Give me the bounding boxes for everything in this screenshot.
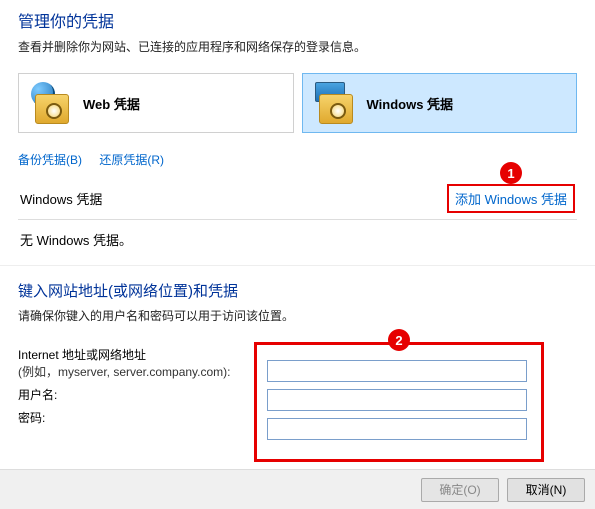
cancel-button[interactable]: 取消(N) (507, 478, 585, 502)
web-safe-icon (31, 82, 73, 124)
credential-type-tiles: Web 凭据 Windows 凭据 (18, 73, 577, 133)
no-windows-credentials-text: 无 Windows 凭据。 (18, 220, 577, 261)
backup-credentials-link[interactable]: 备份凭据(B) (18, 153, 82, 167)
annotation-box-2: 2 (254, 342, 544, 462)
page-title: 管理你的凭据 (18, 8, 577, 32)
page-description: 查看并删除你为网站、已连接的应用程序和网络保存的登录信息。 (18, 38, 577, 55)
tile-windows-credentials[interactable]: Windows 凭据 (302, 73, 578, 133)
tile-web-credentials[interactable]: Web 凭据 (18, 73, 294, 133)
address-input[interactable] (267, 360, 527, 382)
dialog-button-bar: 确定(O) 取消(N) (0, 469, 595, 509)
username-input[interactable] (267, 389, 527, 411)
credentials-manager-panel: 管理你的凭据 查看并删除你为网站、已连接的应用程序和网络保存的登录信息。 Web… (0, 0, 595, 266)
password-input[interactable] (267, 418, 527, 440)
tile-windows-label: Windows 凭据 (367, 94, 454, 113)
tile-web-label: Web 凭据 (83, 94, 140, 113)
password-label: 密码: (18, 411, 45, 425)
restore-credentials-link[interactable]: 还原凭据(R) (99, 153, 164, 167)
backup-restore-links: 备份凭据(B) 还原凭据(R) (18, 151, 577, 168)
annotation-box-1: 1 添加 Windows 凭据 (447, 184, 575, 213)
annotation-marker-1: 1 (500, 162, 522, 184)
windows-safe-icon (315, 82, 357, 124)
add-windows-credential-link[interactable]: 添加 Windows 凭据 (455, 192, 567, 207)
windows-credentials-header: Windows 凭据 1 添加 Windows 凭据 (18, 178, 577, 220)
address-label: Internet 地址或网络地址 (18, 348, 146, 362)
form-title: 键入网站地址(或网络位置)和凭据 (0, 280, 595, 301)
credential-form: Internet 地址或网络地址 (例如，myserver, server.co… (0, 346, 595, 426)
windows-credentials-section-label: Windows 凭据 (20, 189, 102, 208)
address-hint: (例如，myserver, server.company.com): (18, 365, 231, 379)
username-label: 用户名: (18, 388, 57, 402)
form-description: 请确保你键入的用户名和密码可以用于访问该位置。 (0, 307, 595, 324)
ok-button[interactable]: 确定(O) (421, 478, 499, 502)
annotation-marker-2: 2 (388, 329, 410, 351)
